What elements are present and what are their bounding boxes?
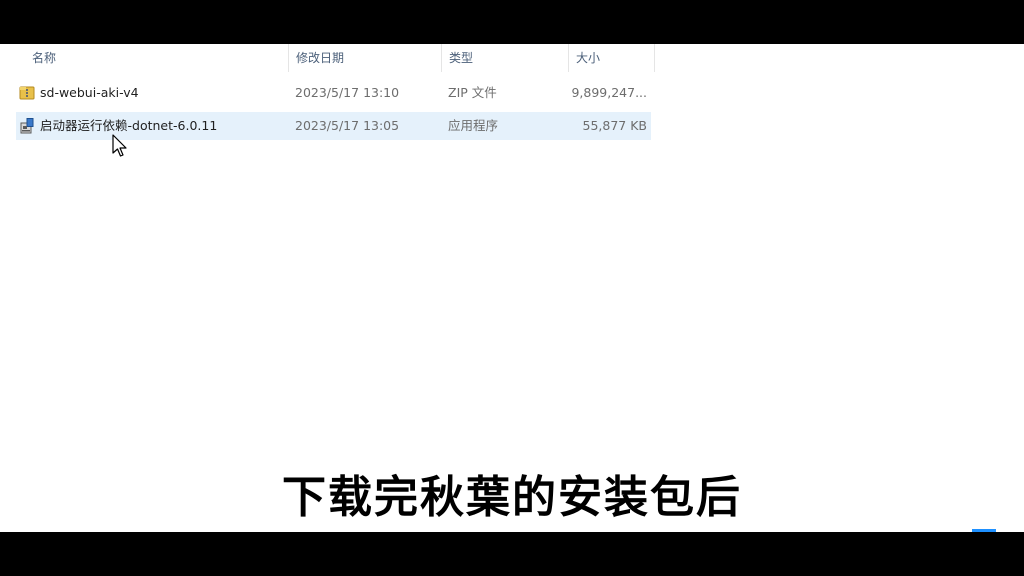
column-header-type[interactable]: 类型 xyxy=(441,44,568,72)
file-explorer-list: ⌃ 名称 修改日期 类型 大小 sd-webui-aki-v4 2023/5/1… xyxy=(0,44,1024,532)
column-header-modified[interactable]: 修改日期 xyxy=(288,44,441,72)
video-frame: ⌃ 名称 修改日期 类型 大小 sd-webui-aki-v4 2023/5/1… xyxy=(0,0,1024,576)
file-row-zip[interactable]: sd-webui-aki-v4 2023/5/17 13:10 ZIP 文件 9… xyxy=(16,79,651,107)
letterbox-bottom xyxy=(0,532,1024,576)
file-type: ZIP 文件 xyxy=(448,85,497,100)
file-name: 启动器运行依赖-dotnet-6.0.11 xyxy=(40,118,218,133)
column-header-name[interactable]: 名称 xyxy=(24,44,288,72)
installer-icon xyxy=(20,118,34,134)
column-header-row: ⌃ 名称 修改日期 类型 大小 xyxy=(0,44,655,72)
mouse-pointer-icon xyxy=(112,134,127,157)
column-header-size[interactable]: 大小 xyxy=(568,44,654,72)
column-divider[interactable] xyxy=(654,44,655,72)
file-modified: 2023/5/17 13:10 xyxy=(295,85,400,100)
file-size: 55,877 KB xyxy=(582,118,647,133)
zip-folder-icon xyxy=(19,86,35,100)
file-name: sd-webui-aki-v4 xyxy=(40,85,139,100)
video-subtitle: 下载完秋葉的安装包后 xyxy=(282,472,742,523)
file-modified: 2023/5/17 13:05 xyxy=(295,118,400,133)
letterbox-top xyxy=(0,0,1024,44)
file-type: 应用程序 xyxy=(448,118,499,133)
file-size: 9,899,247... xyxy=(571,85,647,100)
